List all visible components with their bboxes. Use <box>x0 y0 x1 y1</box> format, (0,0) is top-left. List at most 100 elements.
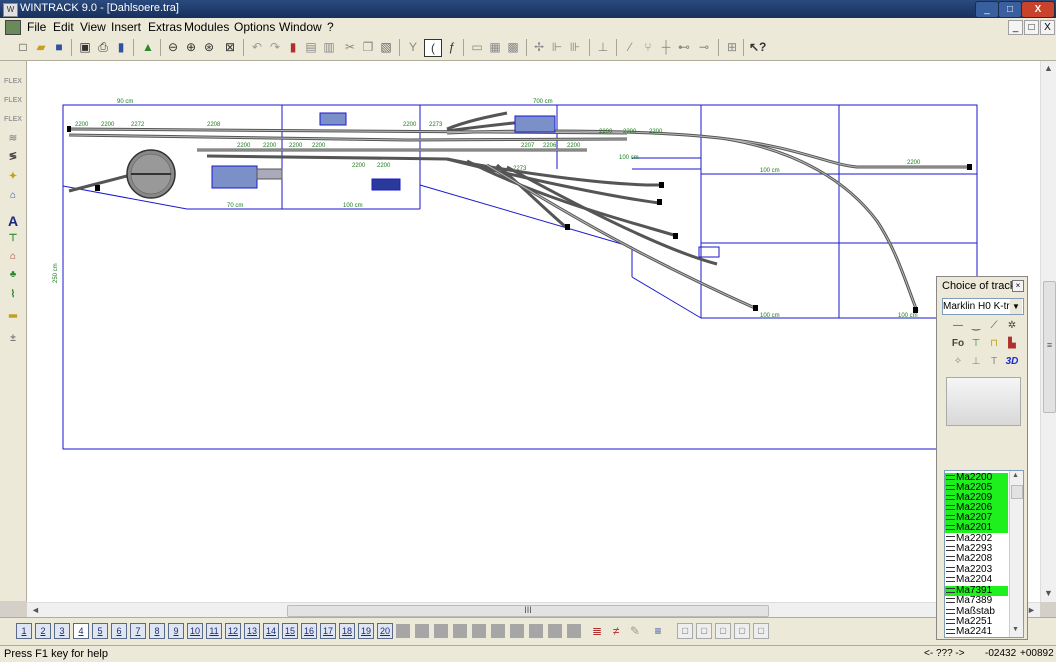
scroll-left-arrow-icon[interactable]: ◄ <box>31 605 40 615</box>
view-button-1[interactable]: ▢ <box>677 623 693 639</box>
copy-icon[interactable]: ❐ <box>360 39 376 55</box>
menu-window[interactable]: Window <box>279 20 322 34</box>
function-icon[interactable]: Fo <box>950 337 966 351</box>
list-item[interactable]: Ma2201 <box>945 523 1008 533</box>
text-tool[interactable]: A <box>4 213 22 229</box>
switch-icon[interactable]: Y <box>405 39 421 55</box>
list-scroll-thumb[interactable] <box>1011 485 1023 499</box>
page-tab-1[interactable]: 1 <box>16 623 32 639</box>
cut-icon[interactable]: ✂ <box>342 39 358 55</box>
buffer-icon[interactable]: ▙ <box>1004 337 1020 351</box>
track-plan[interactable]: 90 cm 700 cm 70 cm 100 cm 100 cm 100 cm … <box>27 61 1040 602</box>
building-tool-icon[interactable]: ⌂ <box>4 188 22 204</box>
track-tool-icon[interactable]: ≋ <box>4 131 22 147</box>
straight-track-icon[interactable]: — <box>950 319 966 333</box>
page-tab-18[interactable]: 18 <box>339 623 355 639</box>
menu-modules[interactable]: Modules <box>184 20 229 34</box>
mdi-restore-button[interactable]: □ <box>1024 20 1039 35</box>
page-tab-17[interactable]: 17 <box>320 623 336 639</box>
terrain-tool-icon[interactable]: ▂ <box>4 305 22 321</box>
menu-insert[interactable]: Insert <box>111 20 141 34</box>
copy-layer-icon[interactable]: ▤ <box>303 39 319 55</box>
page-tab-20[interactable]: 20 <box>377 623 393 639</box>
flex-track-tool[interactable]: FLEX <box>4 74 22 90</box>
horizontal-scrollbar[interactable]: ◄ III ► <box>27 602 1040 618</box>
horizontal-scroll-thumb[interactable]: III <box>287 605 769 617</box>
split-icon[interactable]: ⊪ <box>567 39 583 55</box>
mdi-minimize-button[interactable]: _ <box>1008 20 1023 35</box>
page-tab-16[interactable]: 16 <box>301 623 317 639</box>
save-icon[interactable]: ■ <box>51 39 67 55</box>
signal-icon[interactable]: ⊤ <box>968 337 984 351</box>
zoom-out-icon[interactable]: ⊖ <box>165 39 181 55</box>
turnout-track-icon[interactable]: ⟋ <box>986 319 1002 333</box>
page-tab-14[interactable]: 14 <box>263 623 279 639</box>
view-button-3[interactable]: ▢ <box>715 623 731 639</box>
scroll-up-arrow-icon[interactable]: ▲ <box>1012 472 1019 479</box>
scroll-right-arrow-icon[interactable]: ► <box>1027 605 1036 615</box>
document-icon[interactable] <box>5 20 21 35</box>
scroll-up-arrow-icon[interactable]: ▲ <box>1044 63 1053 73</box>
scroll-down-arrow-icon[interactable]: ▼ <box>1044 588 1053 598</box>
scroll-down-arrow-icon[interactable]: ▼ <box>1012 626 1019 633</box>
page-tab-7[interactable]: 7 <box>130 623 146 639</box>
level-tool-icon[interactable]: ± <box>4 331 22 347</box>
open-icon[interactable]: ▰ <box>33 39 49 55</box>
mdi-close-button[interactable]: X <box>1040 20 1055 35</box>
chevron-down-icon[interactable]: ▼ <box>1010 299 1022 314</box>
view-button-4[interactable]: ▢ <box>734 623 750 639</box>
pillar-icon[interactable]: T <box>986 355 1002 369</box>
page-tab-5[interactable]: 5 <box>92 623 108 639</box>
menu-help[interactable]: ? <box>327 20 334 34</box>
curve-tool-icon[interactable]: ( <box>424 39 442 57</box>
list-item[interactable]: Ma2204 <box>945 575 1008 585</box>
print-icon[interactable]: ⎙ <box>95 39 111 55</box>
ungroup-icon[interactable]: ▩ <box>505 39 521 55</box>
layers-icon[interactable]: ≣ <box>589 623 605 639</box>
delete-icon[interactable]: ▮ <box>285 39 301 55</box>
maximize-button[interactable]: □ <box>998 1 1022 18</box>
track-list[interactable]: Ma2200 Ma2205 Ma2209 Ma2206 Ma2207 Ma220… <box>944 470 1024 638</box>
turntable[interactable] <box>126 149 176 199</box>
page-tab-4[interactable]: 4 <box>73 623 89 639</box>
slope-icon[interactable]: ⁄ <box>622 39 638 55</box>
connect-icon[interactable]: ⊩ <box>549 39 565 55</box>
view-button-2[interactable]: ▢ <box>696 623 712 639</box>
track-list-scrollbar[interactable]: ▲ ▼ <box>1009 471 1023 637</box>
track-system-select[interactable]: Marklin H0 K-trac ▼ <box>942 298 1024 315</box>
layout-canvas[interactable]: 90 cm 700 cm 70 cm 100 cm 100 cm 100 cm … <box>27 61 1040 602</box>
page-tab-2[interactable]: 2 <box>35 623 51 639</box>
page-tab-13[interactable]: 13 <box>244 623 260 639</box>
flex-tool-icon[interactable]: ƒ <box>444 39 460 55</box>
menu-file[interactable]: File <box>27 20 46 34</box>
menu-view[interactable]: View <box>80 20 106 34</box>
page-tab-10[interactable]: 10 <box>187 623 203 639</box>
layer-stack-icon[interactable]: ≡ <box>650 623 666 639</box>
menu-extras[interactable]: Extras <box>148 20 182 34</box>
redo-icon[interactable]: ↷ <box>267 39 283 55</box>
vertical-scrollbar[interactable]: ▲ ≡ ▼ <box>1040 61 1056 602</box>
page-tab-12[interactable]: 12 <box>225 623 241 639</box>
landscape-tool-icon[interactable]: ⌇ <box>4 287 22 303</box>
flex-track-tool-3[interactable]: FLEX <box>4 112 22 128</box>
vertical-scroll-thumb[interactable]: ≡ <box>1043 281 1056 413</box>
zoom-window-icon[interactable]: ⊛ <box>201 39 217 55</box>
paste-icon[interactable]: ▧ <box>378 39 394 55</box>
app-icon[interactable]: W <box>3 3 18 17</box>
zoom-fit-icon[interactable]: ⊠ <box>222 39 238 55</box>
page-tab-15[interactable]: 15 <box>282 623 298 639</box>
bridge-icon[interactable]: ⊥ <box>968 355 984 369</box>
platform-icon[interactable]: ⊓ <box>986 337 1002 351</box>
page-tab-11[interactable]: 11 <box>206 623 222 639</box>
menu-options[interactable]: Options <box>234 20 275 34</box>
height-icon[interactable]: ⊥ <box>595 39 611 55</box>
page-tab-3[interactable]: 3 <box>54 623 70 639</box>
menu-edit[interactable]: Edit <box>53 20 74 34</box>
page-tab-8[interactable]: 8 <box>149 623 165 639</box>
rail-cut-icon[interactable]: ≶ <box>4 149 22 165</box>
page-tab-9[interactable]: 9 <box>168 623 184 639</box>
new-icon[interactable]: □ <box>15 39 31 55</box>
align-icon[interactable]: ▭ <box>469 39 485 55</box>
flex-track-tool-2[interactable]: FLEX <box>4 93 22 109</box>
measure-icon[interactable]: ✢ <box>531 39 547 55</box>
